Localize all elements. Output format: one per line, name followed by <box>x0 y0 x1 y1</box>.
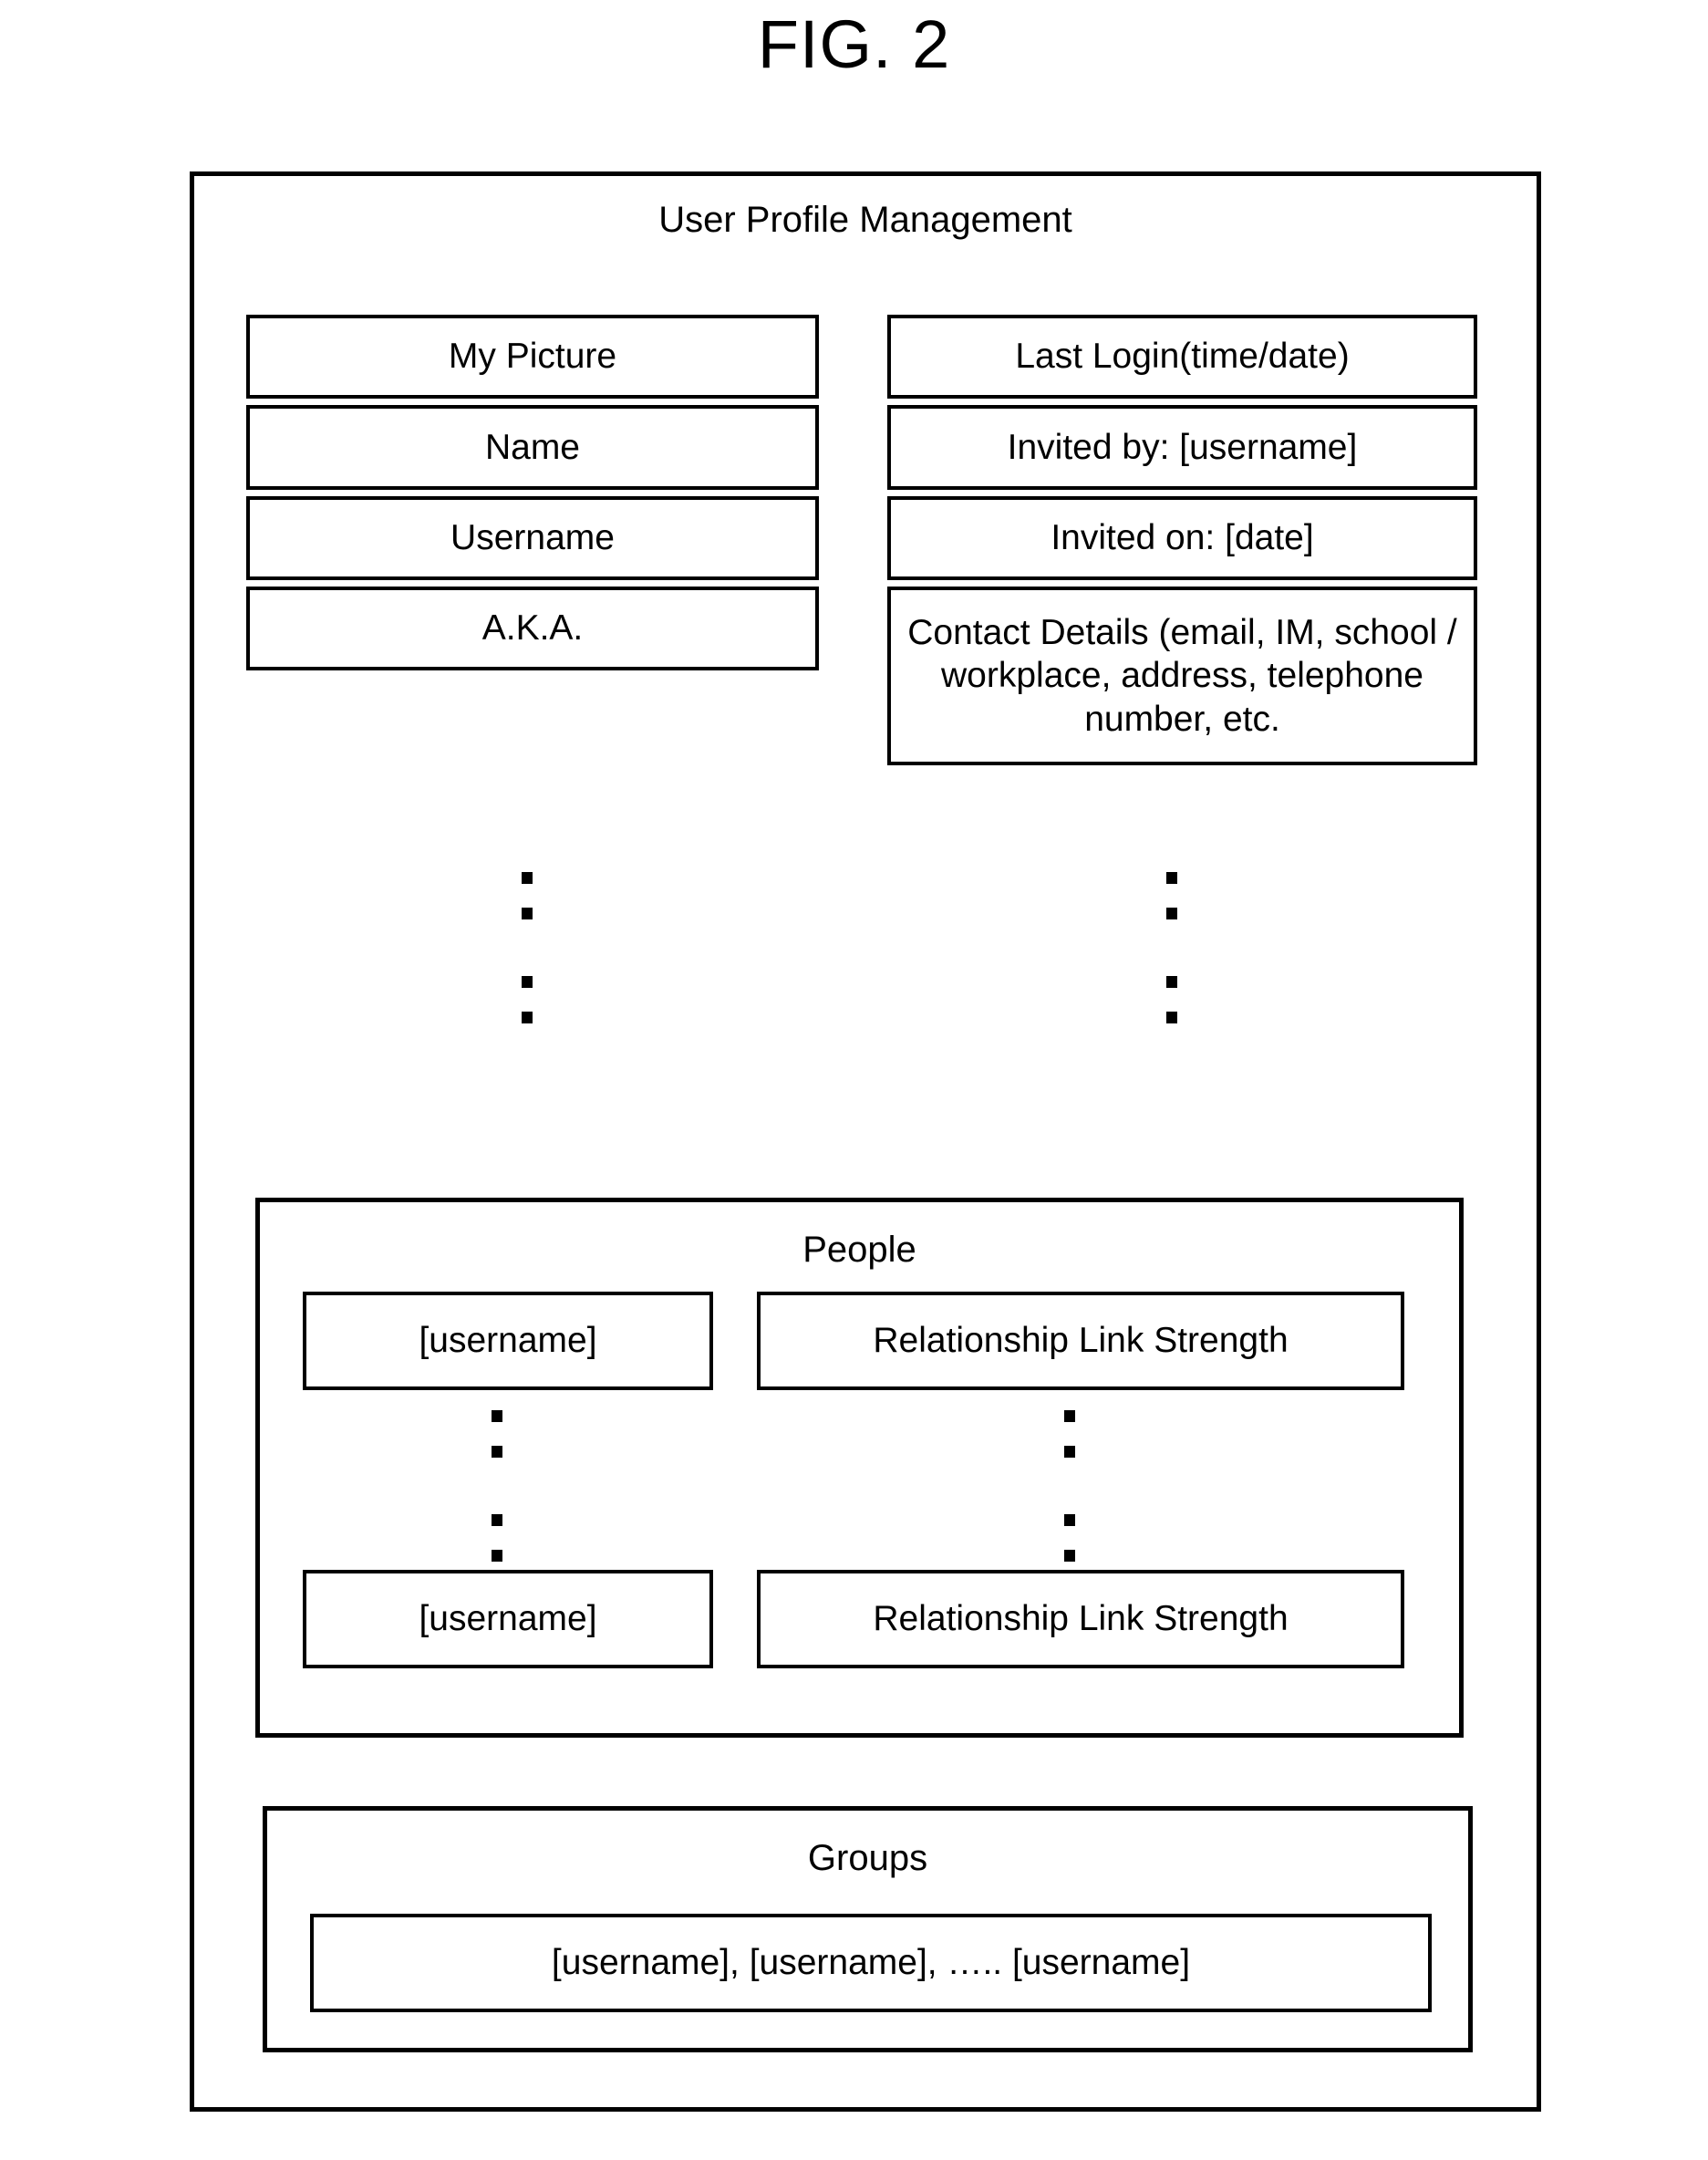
people-relationship-link-strength-box-1[interactable]: Relationship Link Strength <box>757 1292 1404 1390</box>
vertical-ellipsis-icon-people-left <box>490 1410 504 1562</box>
field-invited-by[interactable]: Invited by: [username] <box>887 405 1477 490</box>
people-relationship-link-strength-box-2[interactable]: Relationship Link Strength <box>757 1570 1404 1668</box>
field-name[interactable]: Name <box>246 405 819 490</box>
groups-section: Groups [username], [username], ….. [user… <box>263 1806 1473 2052</box>
field-aka[interactable]: A.K.A. <box>246 587 819 670</box>
field-last-login[interactable]: Last Login(time/date) <box>887 315 1477 399</box>
people-section: People [username] Relationship Link Stre… <box>255 1198 1464 1738</box>
people-username-box-1[interactable]: [username] <box>303 1292 713 1390</box>
field-my-picture[interactable]: My Picture <box>246 315 819 399</box>
groups-section-title: Groups <box>807 1838 928 1878</box>
field-username[interactable]: Username <box>246 496 819 580</box>
figure-label: FIG. 2 <box>757 6 951 82</box>
people-username-box-2[interactable]: [username] <box>303 1570 713 1668</box>
vertical-ellipsis-icon-people-right <box>1062 1410 1077 1562</box>
field-invited-on[interactable]: Invited on: [date] <box>887 496 1477 580</box>
panel-title: User Profile Management <box>658 200 1072 240</box>
field-contact-details[interactable]: Contact Details (email, IM, school / wor… <box>887 587 1477 765</box>
vertical-ellipsis-icon-left <box>520 872 534 1023</box>
groups-members-box[interactable]: [username], [username], ….. [username] <box>310 1914 1432 2012</box>
vertical-ellipsis-icon-right <box>1165 872 1179 1023</box>
user-profile-management-panel: User Profile Management My Picture Name … <box>190 171 1541 2112</box>
people-section-title: People <box>802 1230 916 1270</box>
